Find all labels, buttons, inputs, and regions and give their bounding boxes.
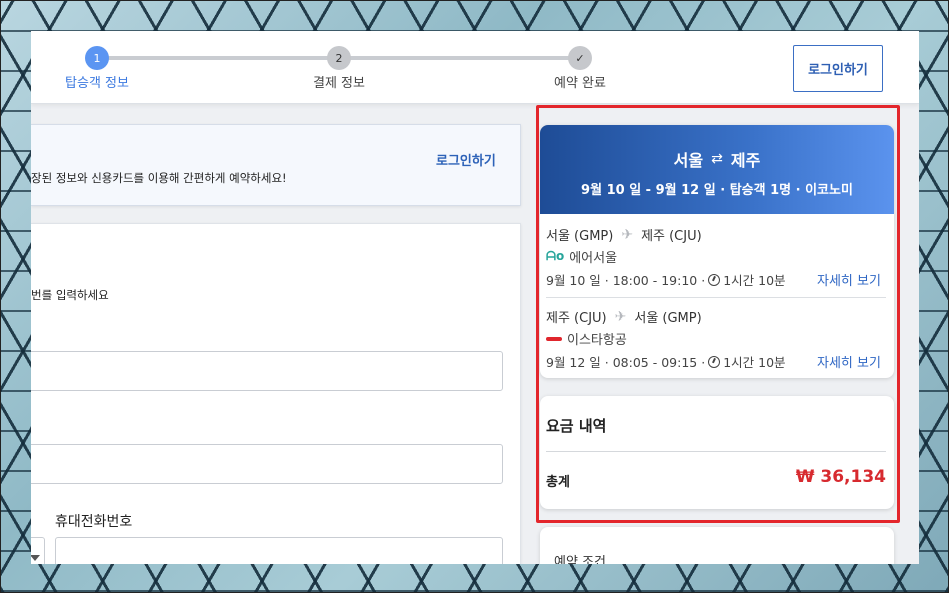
phone-label: 휴대전화번호	[55, 514, 133, 530]
passenger-form-card: 번를 입력하세요 휴대전화번호	[31, 223, 521, 564]
progress-header: 1 탑승객 정보 2 결제 정보 ✓ 예약 완료 로그인하기	[31, 31, 919, 104]
step-3-check-icon: ✓	[568, 46, 592, 70]
form-hint: 번를 입력하세요	[31, 288, 109, 302]
country-code-select[interactable]	[31, 537, 45, 564]
step-2-label: 결제 정보	[313, 76, 365, 91]
login-link[interactable]: 로그인하기	[436, 150, 496, 169]
phone-input[interactable]	[55, 537, 503, 564]
highlight-annotation-box	[536, 105, 900, 523]
step-1-indicator: 1	[85, 46, 109, 70]
email-input[interactable]	[31, 444, 503, 484]
login-prompt-card: 로그인하기 장된 정보와 신용카드를 이용해 간편하게 예약하세요!	[31, 124, 521, 206]
chevron-down-icon	[31, 555, 40, 561]
step-2-indicator: 2	[327, 46, 351, 70]
booking-terms-card: 예약 조건	[540, 527, 894, 564]
booking-page: 1 탑승객 정보 2 결제 정보 ✓ 예약 완료 로그인하기 로그인하기 장된 …	[31, 31, 919, 564]
step-3-label: 예약 완료	[554, 76, 606, 91]
header-login-button[interactable]: 로그인하기	[793, 45, 883, 92]
step-1-label: 탑승객 정보	[65, 76, 129, 91]
login-prompt-message: 장된 정보와 신용카드를 이용해 간편하게 예약하세요!	[31, 171, 287, 185]
terms-title: 예약 조건	[554, 555, 606, 564]
name-input[interactable]	[31, 351, 503, 391]
